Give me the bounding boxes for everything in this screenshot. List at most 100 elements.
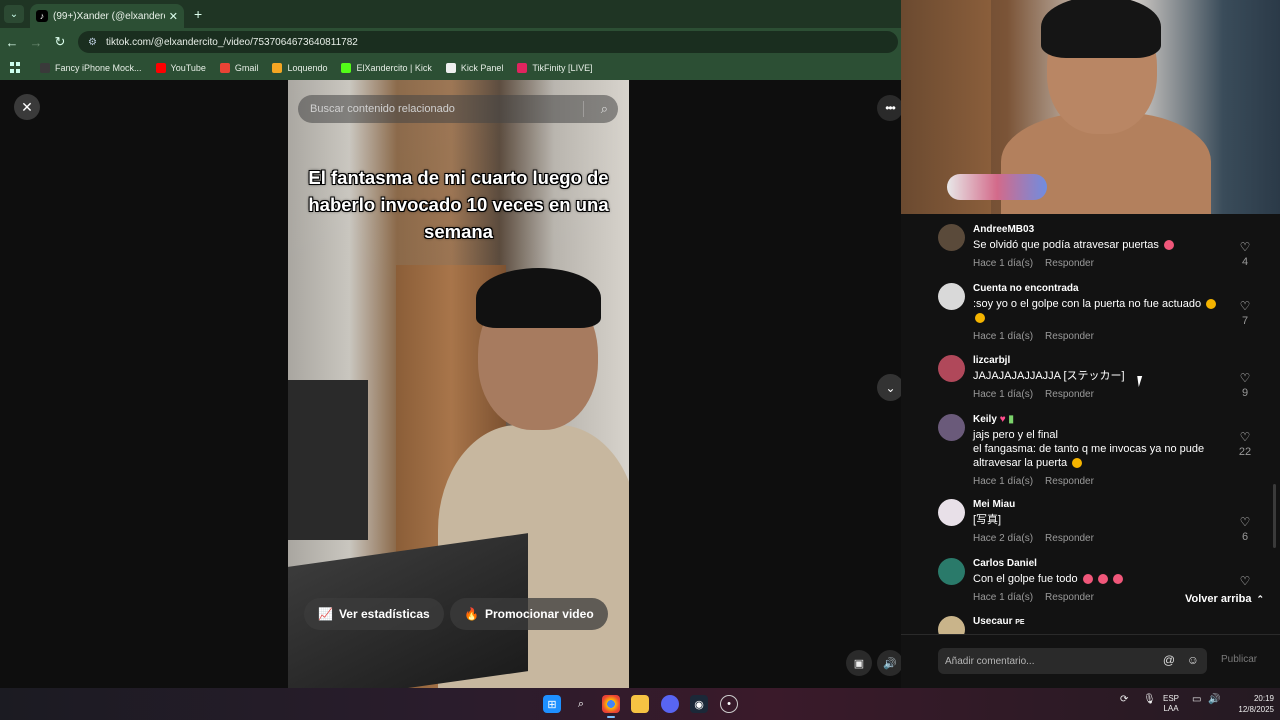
composer-divider — [901, 634, 1280, 635]
language-code: ESP — [1163, 694, 1180, 703]
comments-panel: AndreeMB03 Se olvidó que podía atravesar… — [901, 214, 1280, 688]
avatar[interactable] — [938, 355, 965, 382]
steam-icon[interactable]: ◉ — [690, 695, 708, 713]
more-options-button[interactable]: ••• — [877, 95, 903, 121]
publish-button[interactable]: Publicar — [1221, 654, 1257, 665]
site-info-icon[interactable]: ⚙ — [88, 37, 100, 48]
new-tab-button[interactable]: + — [194, 6, 202, 22]
address-bar[interactable]: ⚙ tiktok.com/@elxandercito_/video/753706… — [78, 31, 898, 53]
comment-author[interactable]: Mei Miau — [973, 499, 1223, 510]
comment-item: Cuenta no encontrada :soy yo o el golpe … — [938, 283, 1268, 343]
reply-button[interactable]: Responder — [1045, 533, 1094, 544]
like-button[interactable]: ♡ 22 — [1234, 430, 1256, 458]
comment-item: Mei Miau [写真] Hace 2 día(s) Responder ♡ 6 — [938, 499, 1268, 549]
video-player[interactable]: Buscar contenido relacionado ⌕ El fantas… — [288, 80, 629, 688]
bookmark-label: Kick Panel — [460, 63, 504, 73]
tab-close-icon[interactable]: ✕ — [169, 10, 178, 23]
file-explorer-icon[interactable] — [631, 695, 649, 713]
reply-button[interactable]: Responder — [1045, 592, 1094, 603]
keyboard-layout: LAA — [1163, 704, 1179, 713]
related-search-input[interactable]: Buscar contenido relacionado ⌕ — [298, 95, 618, 123]
avatar[interactable] — [938, 224, 965, 251]
volume-button[interactable]: 🔊 — [877, 650, 903, 676]
heart-emoji-icon: ♥ — [999, 414, 1006, 425]
comment-author[interactable]: Cuenta no encontrada — [973, 283, 1223, 294]
promote-video-button[interactable]: 🔥 Promocionar video — [450, 598, 608, 630]
comment-author[interactable]: Keily ♥ ▮ — [973, 414, 1223, 425]
search-icon[interactable]: ⌕ — [601, 101, 608, 117]
app-icon[interactable]: • — [720, 695, 738, 713]
like-count: 6 — [1241, 531, 1249, 543]
reload-button[interactable]: ↻ — [48, 34, 72, 50]
ellipsis-icon: ••• — [885, 101, 896, 115]
like-button[interactable]: ♡ 6 — [1234, 515, 1256, 543]
bookmark-kick[interactable]: ElXandercito | Kick — [341, 63, 432, 73]
comment-text: jajs pero y el final el fangasma: de tan… — [973, 428, 1223, 470]
reply-button[interactable]: Responder — [1045, 389, 1094, 400]
comment-author[interactable]: lizcarbjl — [973, 355, 1223, 366]
tray-sync-icon[interactable]: ⟳ — [1120, 694, 1128, 705]
emoji-icon — [1163, 240, 1174, 251]
like-count: 22 — [1238, 446, 1252, 458]
comment-author[interactable]: AndreeMB03 — [973, 224, 1223, 235]
reply-button[interactable]: Responder — [1045, 331, 1094, 342]
search-icon[interactable]: ⌕ — [572, 695, 590, 713]
browser-nav-bar: ← → ↻ ⚙ tiktok.com/@elxandercito_/video/… — [0, 28, 901, 56]
comment-meta: Hace 1 día(s) Responder — [973, 258, 1223, 269]
emoji-picker-icon[interactable]: ☺ — [1187, 653, 1199, 667]
chrome-icon[interactable] — [602, 695, 620, 713]
avatar[interactable] — [938, 616, 965, 634]
avatar[interactable] — [938, 558, 965, 585]
windows-start-icon[interactable]: ⊞ — [543, 695, 561, 713]
clock[interactable]: 20:19 12/8/2025 — [1224, 693, 1274, 715]
pip-icon: ▣ — [853, 657, 865, 670]
apps-grid-icon[interactable] — [10, 62, 22, 74]
comment-input[interactable]: Añadir comentario... @ ☺ — [938, 648, 1207, 674]
pip-button[interactable]: ▣ — [846, 650, 872, 676]
bookmark-youtube[interactable]: YouTube — [155, 63, 206, 73]
bookmark-kick-panel[interactable]: Kick Panel — [445, 63, 504, 73]
avatar[interactable] — [938, 499, 965, 526]
kick-panel-icon — [445, 63, 456, 73]
forward-button[interactable]: → — [24, 35, 48, 50]
avatar[interactable] — [938, 414, 965, 441]
reply-button[interactable]: Responder — [1045, 476, 1094, 487]
mention-icon[interactable]: @ — [1163, 653, 1175, 667]
avatar[interactable] — [938, 283, 965, 310]
back-to-top-button[interactable]: Volver arriba ⌃ — [1177, 588, 1272, 610]
close-video-button[interactable]: ✕ — [14, 94, 40, 120]
browser-tab-active[interactable]: ♪ (99+)Xander (@elxandercito_) | ✕ — [30, 4, 184, 28]
comments-list[interactable]: AndreeMB03 Se olvidó que podía atravesar… — [901, 214, 1280, 634]
webcam-scene-microphone — [947, 174, 1047, 200]
microphone-icon[interactable]: 🎙 — [1143, 694, 1156, 705]
like-button[interactable]: ♡ 9 — [1234, 371, 1256, 399]
comment-time: Hace 1 día(s) — [973, 592, 1034, 603]
like-button[interactable]: ♡ — [1234, 574, 1256, 588]
comment-author[interactable]: Usecaur PE — [973, 616, 1223, 627]
search-divider — [583, 101, 584, 117]
next-video-button[interactable]: ⌄ — [877, 374, 904, 401]
comment-author[interactable]: Carlos Daniel — [973, 558, 1223, 569]
view-stats-button[interactable]: 📈 Ver estadísticas — [304, 598, 444, 630]
volume-icon[interactable]: 🔊 — [1208, 694, 1220, 705]
screen: ⌄ ♪ (99+)Xander (@elxandercito_) | ✕ + ←… — [0, 0, 1280, 720]
bookmark-tikfinity[interactable]: TikFinity [LIVE] — [517, 63, 593, 73]
discord-icon[interactable] — [661, 695, 679, 713]
input-language[interactable]: ESP LAA — [1163, 694, 1179, 714]
reply-button[interactable]: Responder — [1045, 258, 1094, 269]
bookmark-gmail[interactable]: Gmail — [219, 63, 258, 73]
bookmarks-bar: Fancy iPhone Mock... YouTube Gmail Loque… — [0, 56, 901, 80]
bookmark-label: Fancy iPhone Mock... — [55, 63, 142, 73]
back-to-top-label: Volver arriba — [1185, 593, 1252, 605]
bookmark-loquendo[interactable]: Loquendo — [272, 63, 327, 73]
tab-search-button[interactable]: ⌄ — [4, 5, 24, 23]
comments-scrollbar[interactable] — [1273, 484, 1276, 548]
comment-text: :soy yo o el golpe con la puerta no fue … — [973, 297, 1223, 325]
kick-icon — [341, 63, 352, 73]
comment-body: AndreeMB03 Se olvidó que podía atravesar… — [973, 224, 1223, 269]
like-button[interactable]: ♡ 4 — [1234, 240, 1256, 268]
like-button[interactable]: ♡ 7 — [1234, 299, 1256, 327]
network-icon[interactable]: ▭ — [1192, 694, 1201, 705]
bookmark-fancy-iphone[interactable]: Fancy iPhone Mock... — [40, 63, 142, 73]
back-button[interactable]: ← — [0, 35, 24, 50]
